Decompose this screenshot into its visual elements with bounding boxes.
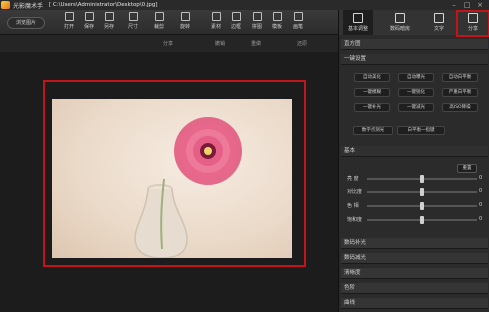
size-icon	[128, 12, 138, 21]
saturation-value: 0	[479, 216, 483, 222]
open-button[interactable]: 打开	[61, 12, 77, 34]
restore-button[interactable]: 还原	[297, 40, 307, 47]
image-canvas[interactable]	[0, 52, 338, 312]
section-histogram[interactable]: 直方图	[341, 39, 488, 50]
camera-icon	[395, 13, 405, 23]
auto-white-balance-button[interactable]: 自动白平衡	[442, 73, 478, 82]
slider-knob[interactable]	[420, 216, 424, 224]
tab-text[interactable]: 文字	[424, 10, 454, 35]
template-icon	[272, 12, 282, 21]
border-button[interactable]: 边框	[228, 12, 244, 34]
contrast-value: 0	[479, 188, 483, 194]
rotate-icon	[180, 12, 190, 21]
save-icon	[84, 12, 94, 21]
crop-button[interactable]: 裁剪	[151, 12, 167, 34]
photo	[52, 99, 292, 258]
secondary-toolbar: 分享 撤销 重做 还原	[0, 35, 338, 52]
text-icon	[434, 13, 444, 23]
main-toolbar: 浏览图片 打开 保存 另存 尺寸 裁剪 旋转 素材 边框 拼图 模板 画笔	[0, 10, 338, 35]
material-button[interactable]: 素材	[208, 12, 224, 34]
rotate-button[interactable]: 旋转	[177, 12, 193, 34]
close-button[interactable]: ×	[475, 1, 485, 9]
adjust-icon	[353, 13, 363, 23]
template-button[interactable]: 模板	[269, 12, 285, 34]
panel-tabs: 基本调整 数码暗房 文字 分享	[339, 10, 489, 37]
tab-digital-darkroom[interactable]: 数码暗房	[385, 10, 415, 35]
hue-slider[interactable]	[367, 202, 477, 210]
auto-beautify-button[interactable]: 自动美化	[354, 73, 390, 82]
brightness-slider[interactable]	[367, 175, 477, 183]
minimize-button[interactable]: –	[449, 1, 459, 9]
auto-exposure-button[interactable]: 自动曝光	[398, 73, 434, 82]
window-controls: – □ ×	[449, 1, 485, 9]
contrast-label: 对比度	[347, 189, 363, 195]
one-click-fill-light-button[interactable]: 一键补光	[354, 103, 390, 112]
browse-images-button[interactable]: 浏览图片	[7, 17, 45, 29]
reset-button[interactable]: 重置	[457, 164, 477, 173]
saturation-slider[interactable]	[367, 216, 477, 224]
slider-knob[interactable]	[420, 202, 424, 210]
hue-label: 色 相	[347, 203, 359, 209]
save-button[interactable]: 保存	[81, 12, 97, 34]
section-basic[interactable]: 基本	[341, 146, 488, 157]
collage-button[interactable]: 拼图	[249, 12, 265, 34]
saturation-label: 饱和度	[347, 217, 363, 223]
high-iso-denoise-button[interactable]: 高ISO降噪	[442, 103, 478, 112]
brightness-value: 0	[479, 175, 483, 181]
share-highlight-frame	[456, 10, 489, 37]
hue-value: 0	[479, 202, 483, 208]
save-as-button[interactable]: 另存	[101, 12, 117, 34]
right-panel: 基本调整 数码暗房 文字 分享 直方图 一键设置 自动美化 自动曝光 自动白平衡…	[338, 10, 489, 312]
brush-icon	[293, 12, 303, 21]
section-digital-fill-light[interactable]: 数码补光	[341, 238, 488, 249]
app-logo-icon	[1, 1, 10, 9]
one-click-sharpen-button[interactable]: 一键锐化	[398, 88, 434, 97]
crop-icon	[154, 12, 164, 21]
size-button[interactable]: 尺寸	[125, 12, 141, 34]
flower-vase-image	[134, 117, 242, 258]
undo-button[interactable]: 撤销	[215, 40, 225, 47]
maximize-button[interactable]: □	[462, 1, 472, 9]
title-bar: 光影魔术手 [ C:\Users\Administrator\Desktop\0…	[0, 0, 489, 10]
slider-knob[interactable]	[420, 175, 424, 183]
white-balance-one-touch-button[interactable]: 白平衡一指键	[397, 126, 445, 135]
collage-icon	[252, 12, 262, 21]
section-digital-reduce-light[interactable]: 数码减光	[341, 253, 488, 264]
redo-button[interactable]: 重做	[251, 40, 261, 47]
severe-white-balance-button[interactable]: 严重白平衡	[442, 88, 478, 97]
one-click-blur-button[interactable]: 一键模糊	[354, 88, 390, 97]
material-icon	[211, 12, 221, 21]
save-as-icon	[104, 12, 114, 21]
section-oneclick[interactable]: 一键设置	[341, 54, 488, 65]
section-curves[interactable]: 曲线	[341, 298, 488, 309]
digital-spot-metering-button[interactable]: 数字点测光	[353, 126, 393, 135]
section-clarity[interactable]: 清晰度	[341, 268, 488, 279]
contrast-slider[interactable]	[367, 188, 477, 196]
one-click-reduce-light-button[interactable]: 一键减光	[398, 103, 434, 112]
border-icon	[231, 12, 241, 21]
open-icon	[64, 12, 74, 21]
app-title: 光影魔术手	[13, 2, 44, 10]
section-levels[interactable]: 色阶	[341, 283, 488, 294]
brush-button[interactable]: 画笔	[290, 12, 306, 34]
brightness-label: 亮 度	[347, 176, 359, 182]
share-link[interactable]: 分享	[163, 40, 173, 47]
slider-knob[interactable]	[420, 188, 424, 196]
file-path: [ C:\Users\Administrator\Desktop\0.jpg]	[49, 2, 158, 8]
tab-basic-adjust[interactable]: 基本调整	[343, 10, 373, 35]
